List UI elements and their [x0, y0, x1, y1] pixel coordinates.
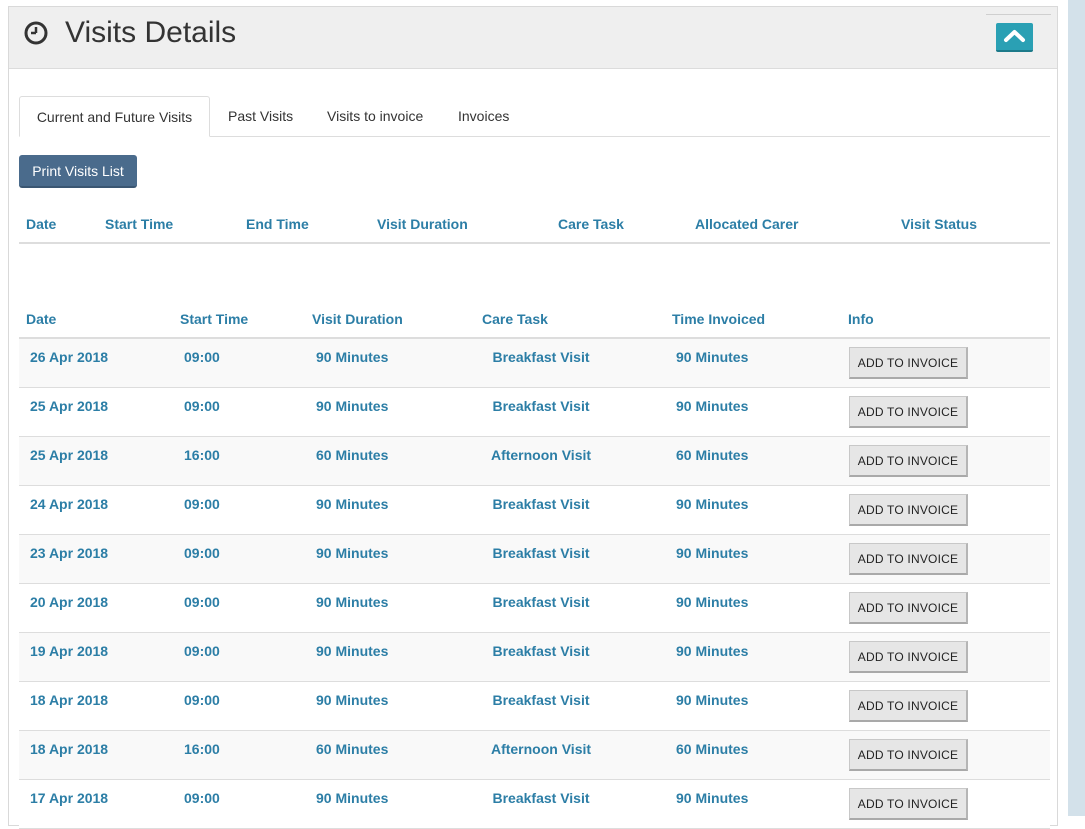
visit-time-invoiced: 90 Minutes — [676, 594, 749, 610]
column-header-start-time: Start Time — [105, 216, 174, 232]
visit-date: 25 Apr 2018 — [30, 447, 109, 463]
panel-title: Visits Details — [65, 16, 237, 49]
chevron-up-icon — [1004, 30, 1025, 42]
table-row: 25 Apr 2018 09:00 90 Minutes Breakfast Visi… — [19, 388, 1050, 437]
add-to-invoice-button[interactable]: ADD TO INVOICE — [849, 494, 968, 526]
tab-past-visits[interactable]: Past Visits — [228, 96, 293, 136]
clock-icon — [24, 21, 48, 45]
visit-time-invoiced: 90 Minutes — [676, 692, 749, 708]
visit-care-task: Breakfast Visit — [492, 349, 590, 365]
visit-duration: 90 Minutes — [316, 545, 389, 561]
visit-duration: 90 Minutes — [316, 398, 389, 414]
add-to-invoice-button[interactable]: ADD TO INVOICE — [849, 739, 968, 771]
visit-time-invoiced: 60 Minutes — [676, 741, 749, 757]
table-row: 25 Apr 2018 16:00 60 Minutes Afternoon Visi… — [19, 437, 1050, 486]
table-row: 24 Apr 2018 09:00 90 Minutes Breakfast Visi… — [19, 486, 1050, 535]
visit-time-invoiced: 90 Minutes — [676, 643, 749, 659]
collapse-button[interactable] — [996, 23, 1033, 52]
tab-visits-to-invoice[interactable]: Visits to invoice — [327, 96, 423, 136]
tab-current-and-future-visits[interactable]: Current and Future Visits — [19, 96, 210, 137]
table-row: 19 Apr 2018 09:00 90 Minutes Breakfast Visi… — [19, 633, 1050, 682]
column-header-date: Date — [26, 216, 57, 232]
column-header-care-task: Care Task — [482, 311, 548, 327]
visit-start-time: 09:00 — [184, 790, 220, 806]
visit-duration: 60 Minutes — [316, 741, 389, 757]
column-header-visit-status: Visit Status — [901, 216, 977, 232]
visit-date: 19 Apr 2018 — [30, 643, 109, 659]
visit-care-task: Breakfast Visit — [492, 643, 590, 659]
visit-start-time: 16:00 — [184, 447, 220, 463]
visit-date: 25 Apr 2018 — [30, 398, 109, 414]
add-to-invoice-button[interactable]: ADD TO INVOICE — [849, 690, 968, 722]
column-header-care-task: Care Task — [558, 216, 624, 232]
table-row: 17 Apr 2018 09:00 90 Minutes Breakfast Visi… — [19, 780, 1050, 829]
table-row: 26 Apr 2018 09:00 90 Minutes Breakfast Visi… — [19, 339, 1050, 388]
table-row: 23 Apr 2018 09:00 90 Minutes Breakfast Visi… — [19, 535, 1050, 584]
visit-date: 18 Apr 2018 — [30, 692, 109, 708]
visit-duration: 90 Minutes — [316, 496, 389, 512]
visit-care-task: Breakfast Visit — [492, 790, 590, 806]
visit-duration: 90 Minutes — [316, 349, 389, 365]
column-header-allocated-carer: Allocated Carer — [695, 216, 799, 232]
visit-care-task: Breakfast Visit — [492, 545, 590, 561]
visits-tabs: Current and Future Visits Past Visits Vi… — [19, 96, 1050, 137]
table-row: 18 Apr 2018 16:00 60 Minutes Afternoon Visi… — [19, 731, 1050, 780]
visit-time-invoiced: 90 Minutes — [676, 349, 749, 365]
visits-details-panel: Visits Details Current and Future Visits… — [8, 6, 1058, 829]
add-to-invoice-button[interactable]: ADD TO INVOICE — [849, 641, 968, 673]
table-row: 18 Apr 2018 09:00 90 Minutes Breakfast Visi… — [19, 682, 1050, 731]
table-divider — [19, 242, 1050, 244]
visit-date: 23 Apr 2018 — [30, 545, 109, 561]
visit-start-time: 16:00 — [184, 741, 220, 757]
column-header-date: Date — [26, 311, 57, 327]
column-header-visit-duration: Visit Duration — [312, 311, 403, 327]
visit-time-invoiced: 90 Minutes — [676, 545, 749, 561]
column-header-time-invoiced: Time Invoiced — [672, 311, 766, 327]
visit-care-task: Breakfast Visit — [492, 692, 590, 708]
visit-start-time: 09:00 — [184, 692, 220, 708]
visit-care-task: Breakfast Visit — [492, 594, 590, 610]
tab-invoices[interactable]: Invoices — [458, 96, 509, 136]
visit-care-task: Afternoon Visit — [490, 741, 592, 757]
visit-duration: 90 Minutes — [316, 692, 389, 708]
header-divider — [986, 14, 1051, 15]
column-header-start-time: Start Time — [180, 311, 249, 327]
visit-duration: 90 Minutes — [316, 643, 389, 659]
visit-time-invoiced: 90 Minutes — [676, 496, 749, 512]
page-scroll-strip — [1068, 0, 1085, 816]
visit-care-task: Breakfast Visit — [492, 398, 590, 414]
column-header-end-time: End Time — [246, 216, 309, 232]
add-to-invoice-button[interactable]: ADD TO INVOICE — [849, 347, 968, 379]
column-header-visit-duration: Visit Duration — [377, 216, 468, 232]
visit-date: 18 Apr 2018 — [30, 741, 109, 757]
add-to-invoice-button[interactable]: ADD TO INVOICE — [849, 592, 968, 624]
visit-date: 24 Apr 2018 — [30, 496, 109, 512]
visit-duration: 90 Minutes — [316, 790, 389, 806]
table-row: 20 Apr 2018 09:00 90 Minutes Breakfast Visi… — [19, 584, 1050, 633]
visit-care-task: Afternoon Visit — [490, 447, 592, 463]
visit-time-invoiced: 60 Minutes — [676, 447, 749, 463]
visit-duration: 60 Minutes — [316, 447, 389, 463]
add-to-invoice-button[interactable]: ADD TO INVOICE — [849, 788, 968, 820]
panel-header: Visits Details — [9, 7, 1057, 69]
column-header-info: Info — [848, 311, 874, 327]
visit-duration: 90 Minutes — [316, 594, 389, 610]
visit-date: 20 Apr 2018 — [30, 594, 109, 610]
visit-start-time: 09:00 — [184, 594, 220, 610]
add-to-invoice-button[interactable]: ADD TO INVOICE — [849, 543, 968, 575]
visit-date: 17 Apr 2018 — [30, 790, 109, 806]
visit-start-time: 09:00 — [184, 349, 220, 365]
add-to-invoice-button[interactable]: ADD TO INVOICE — [849, 445, 968, 477]
visit-care-task: Breakfast Visit — [492, 496, 590, 512]
visit-start-time: 09:00 — [184, 496, 220, 512]
visit-start-time: 09:00 — [184, 398, 220, 414]
visit-time-invoiced: 90 Minutes — [676, 398, 749, 414]
visit-start-time: 09:00 — [184, 545, 220, 561]
print-visits-list-button[interactable]: Print Visits List — [19, 155, 137, 188]
visit-start-time: 09:00 — [184, 643, 220, 659]
visit-date: 26 Apr 2018 — [30, 349, 109, 365]
add-to-invoice-button[interactable]: ADD TO INVOICE — [849, 396, 968, 428]
visit-time-invoiced: 90 Minutes — [676, 790, 749, 806]
